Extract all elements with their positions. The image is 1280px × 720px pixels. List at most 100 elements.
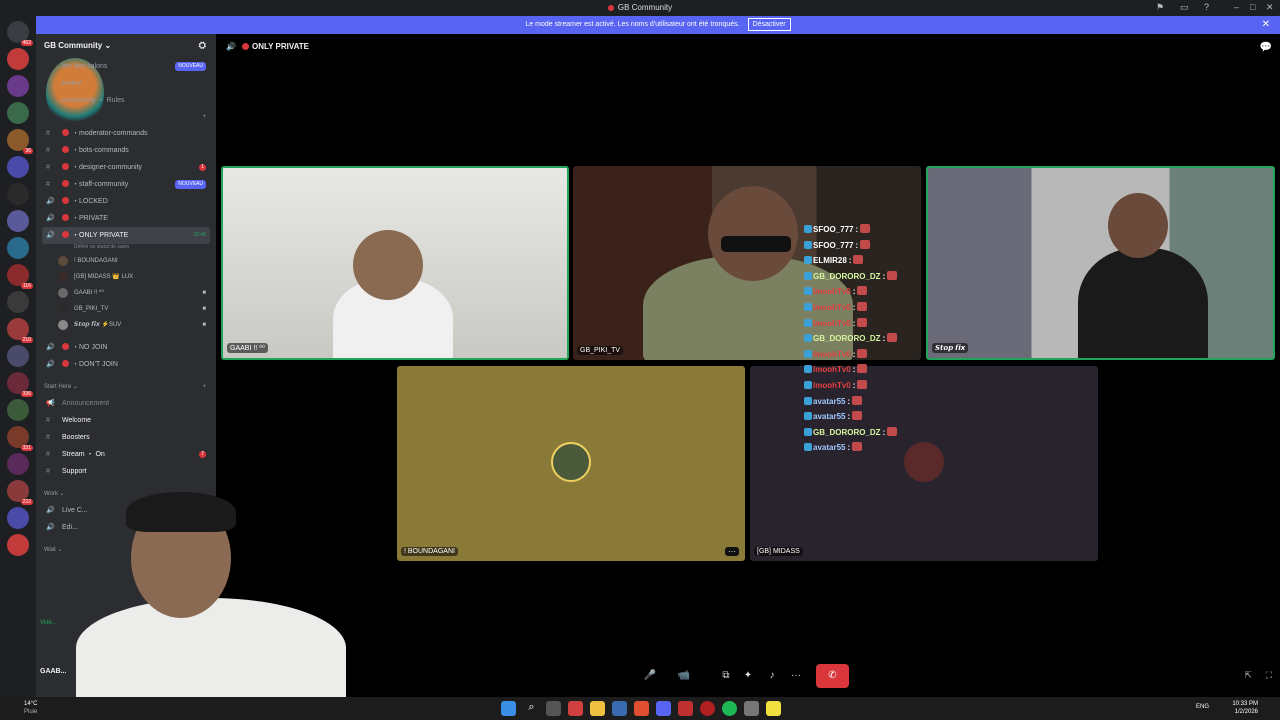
channel-moderator-commands[interactable]: # ・moderator-commands (36, 125, 216, 142)
channel-boosters[interactable]: # Boosters (36, 429, 216, 446)
folder-icon[interactable] (590, 701, 605, 716)
server-icon[interactable] (7, 210, 29, 232)
popout-icon[interactable]: ⇱ (1244, 670, 1252, 681)
spotify-icon[interactable] (722, 701, 737, 716)
end-call-button[interactable]: ✆ (816, 664, 849, 688)
channel-support[interactable]: # Support (36, 463, 216, 480)
search-icon[interactable]: ⌕ (524, 701, 539, 716)
channel-staff-community[interactable]: # ・staff-community NOUVEAU (36, 176, 216, 193)
window-title-wrap: GB Community (0, 3, 1280, 12)
status-dot (62, 180, 69, 187)
title-bar: GB Community ⚑ ▭ ? – □ ✕ (0, 0, 1280, 16)
language-indicator[interactable]: ENG (1196, 704, 1209, 710)
server-icon[interactable]: 116 (7, 264, 33, 289)
voice-user[interactable]: ! BOUNDAGANI (36, 253, 216, 269)
activities-button[interactable]: ✦ (738, 664, 758, 688)
add-channel-icon[interactable]: + (202, 109, 206, 125)
channel-stream-on[interactable]: # Stream ・ On 7 (36, 446, 216, 463)
category-start-here[interactable]: Start Here ⌄ + (36, 379, 216, 395)
maximize-button[interactable]: □ (1250, 2, 1255, 12)
channel-no-join[interactable]: 🔊 ・NO JOIN (36, 339, 216, 356)
close-banner-icon[interactable]: ✕ (1262, 16, 1270, 34)
voice-user[interactable]: GB_PIKI_TV ■ (36, 301, 216, 317)
channel-locked[interactable]: 🔊 ・LOCKED (36, 193, 216, 210)
mic-button[interactable]: 🎤 (640, 664, 660, 688)
fullscreen-icon[interactable]: ⛶ (1266, 670, 1272, 681)
video-tile[interactable]: ! BOUNDAGANI ··· (397, 366, 745, 561)
chat-bubble-icon[interactable]: 💬 (1260, 42, 1272, 53)
server-icon[interactable] (7, 453, 29, 475)
obs-icon[interactable] (700, 701, 715, 716)
server-icon[interactable] (7, 102, 29, 124)
chat-separator: : (852, 380, 856, 390)
windows-taskbar: 14°C Pluie ⌕ ENG 10:33 PM 1/2/2026 (0, 697, 1280, 720)
chat-message: lmoohTv0: (804, 362, 897, 378)
app-icon[interactable] (568, 701, 583, 716)
voice-user[interactable]: GAABI !! ⁰⁰ ■ (36, 285, 216, 301)
channel-announcement[interactable]: 📢 Announcement (36, 395, 216, 412)
channel-dont-join[interactable]: 🔊 ・DON'T JOIN (36, 356, 216, 373)
app-icon[interactable] (744, 701, 759, 716)
weather-temp[interactable]: 14°C (24, 701, 37, 707)
share-screen-button[interactable]: ⧉ (716, 664, 736, 688)
channel-welcome[interactable]: # Welcome (36, 412, 216, 429)
chat-separator: : (852, 318, 856, 328)
channel-status[interactable]: Définir un statut de salon (36, 244, 216, 253)
channel-designer-community[interactable]: # ・designer-community 1 (36, 159, 216, 176)
server-icon[interactable] (7, 75, 29, 97)
camera-button[interactable]: 📹 (674, 664, 694, 688)
channel-private[interactable]: 🔊 ・PRIVATE (36, 210, 216, 227)
video-tile[interactable]: 𝙎𝙩𝙤𝙥 𝙛𝙞𝙭 (926, 166, 1275, 360)
soundboard-button[interactable]: ♪ (762, 664, 782, 688)
clock[interactable]: 10:33 PM 1/2/2026 (1232, 700, 1258, 716)
server-icon[interactable] (7, 291, 29, 313)
participant-name: [GB] MIDASS (754, 547, 803, 556)
voice-user[interactable]: 𝙎𝙩𝙤𝙥 𝙛𝙞𝙭 ⚡SUV ■ (36, 317, 216, 333)
server-icon[interactable]: 331 (7, 426, 33, 451)
more-options-button[interactable]: ··· (725, 547, 739, 556)
server-guide[interactable]: ...erveur (36, 75, 216, 92)
video-tile[interactable]: [GB] MIDASS (750, 366, 1098, 561)
chat-emote-icon (857, 364, 868, 374)
server-icon[interactable] (7, 237, 29, 259)
server-icon[interactable] (7, 534, 29, 556)
category-header[interactable]: + (36, 109, 216, 125)
dm-icon[interactable]: 462 (7, 21, 33, 46)
app-icon[interactable] (612, 701, 627, 716)
task-view-icon[interactable] (546, 701, 561, 716)
inbox-icon[interactable]: ⚑ (1156, 2, 1164, 13)
server-icon[interactable] (7, 183, 29, 205)
app-icon[interactable] (766, 701, 781, 716)
add-channel-icon[interactable]: + (202, 379, 206, 395)
chat-username: avatar55 (813, 443, 846, 453)
server-icon[interactable] (7, 507, 29, 529)
voice-user[interactable]: [GB] MIDASS 👑 LUX (36, 269, 216, 285)
server-header[interactable]: GB Community ⌄ ⛭ (36, 34, 216, 58)
channel-bots-commands[interactable]: # ・bots-commands (36, 142, 216, 159)
help-icon[interactable]: ? (1204, 2, 1209, 12)
server-icon[interactable]: 336 (7, 372, 33, 397)
app-icon[interactable] (678, 701, 693, 716)
discord-icon[interactable] (656, 701, 671, 716)
server-icon[interactable] (7, 156, 29, 178)
more-button[interactable]: ··· (786, 664, 806, 688)
browser-icon[interactable] (634, 701, 649, 716)
browse-channels[interactable]: ...ber des salons NOUVEAU (36, 58, 216, 75)
start-icon[interactable] (501, 701, 516, 716)
clock-date: 1/2/2026 (1234, 709, 1258, 715)
add-member-icon[interactable]: ⛭ (199, 40, 206, 51)
minimize-button[interactable]: – (1234, 2, 1239, 12)
server-icon[interactable]: 210 (7, 318, 33, 343)
server-icon[interactable] (7, 345, 29, 367)
close-window-button[interactable]: ✕ (1266, 2, 1274, 13)
participant-name: GB_PIKI_TV (577, 346, 624, 355)
server-icon[interactable]: 36 (7, 129, 33, 154)
video-tile[interactable]: GAABI !! ⁰⁰ (221, 166, 569, 360)
server-icon[interactable] (7, 399, 29, 421)
channel-only-private[interactable]: 🔊 ・ONLY PRIVATE 32:46 (42, 227, 210, 244)
disable-streamer-button[interactable]: Désactiver (747, 18, 791, 31)
server-icon[interactable] (7, 48, 29, 70)
server-icon[interactable]: 222 (7, 480, 33, 505)
rules-item[interactable]: ...community ・ Rules (36, 92, 216, 109)
screen-icon[interactable]: ▭ (1180, 2, 1189, 13)
